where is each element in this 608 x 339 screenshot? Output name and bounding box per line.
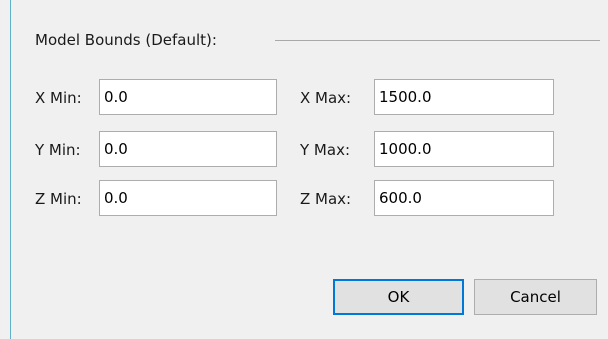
x-min-row: X Min: [35,79,278,117]
x-max-row: X Max: [300,79,555,117]
model-bounds-dialog: Model Bounds (Default): X Min: X Max: Y … [0,0,608,339]
z-max-input[interactable] [374,180,554,216]
y-min-row: Y Min: [35,131,278,169]
y-min-label: Y Min: [35,141,81,159]
y-min-input[interactable] [99,131,277,167]
x-min-label: X Min: [35,89,82,107]
window-edge [10,0,11,339]
z-min-input[interactable] [99,180,277,216]
z-min-label: Z Min: [35,190,82,208]
ok-button[interactable]: OK [333,279,464,315]
z-max-row: Z Max: [300,180,555,218]
x-min-input[interactable] [99,79,277,115]
y-max-input[interactable] [374,131,554,167]
z-max-label: Z Max: [300,190,352,208]
group-header: Model Bounds (Default): [35,29,217,51]
y-max-label: Y Max: [300,141,350,159]
z-min-row: Z Min: [35,180,278,218]
group-title: Model Bounds (Default): [35,31,217,49]
x-max-input[interactable] [374,79,554,115]
x-max-label: X Max: [300,89,352,107]
cancel-button[interactable]: Cancel [474,279,597,315]
y-max-row: Y Max: [300,131,555,169]
group-divider [275,40,600,41]
